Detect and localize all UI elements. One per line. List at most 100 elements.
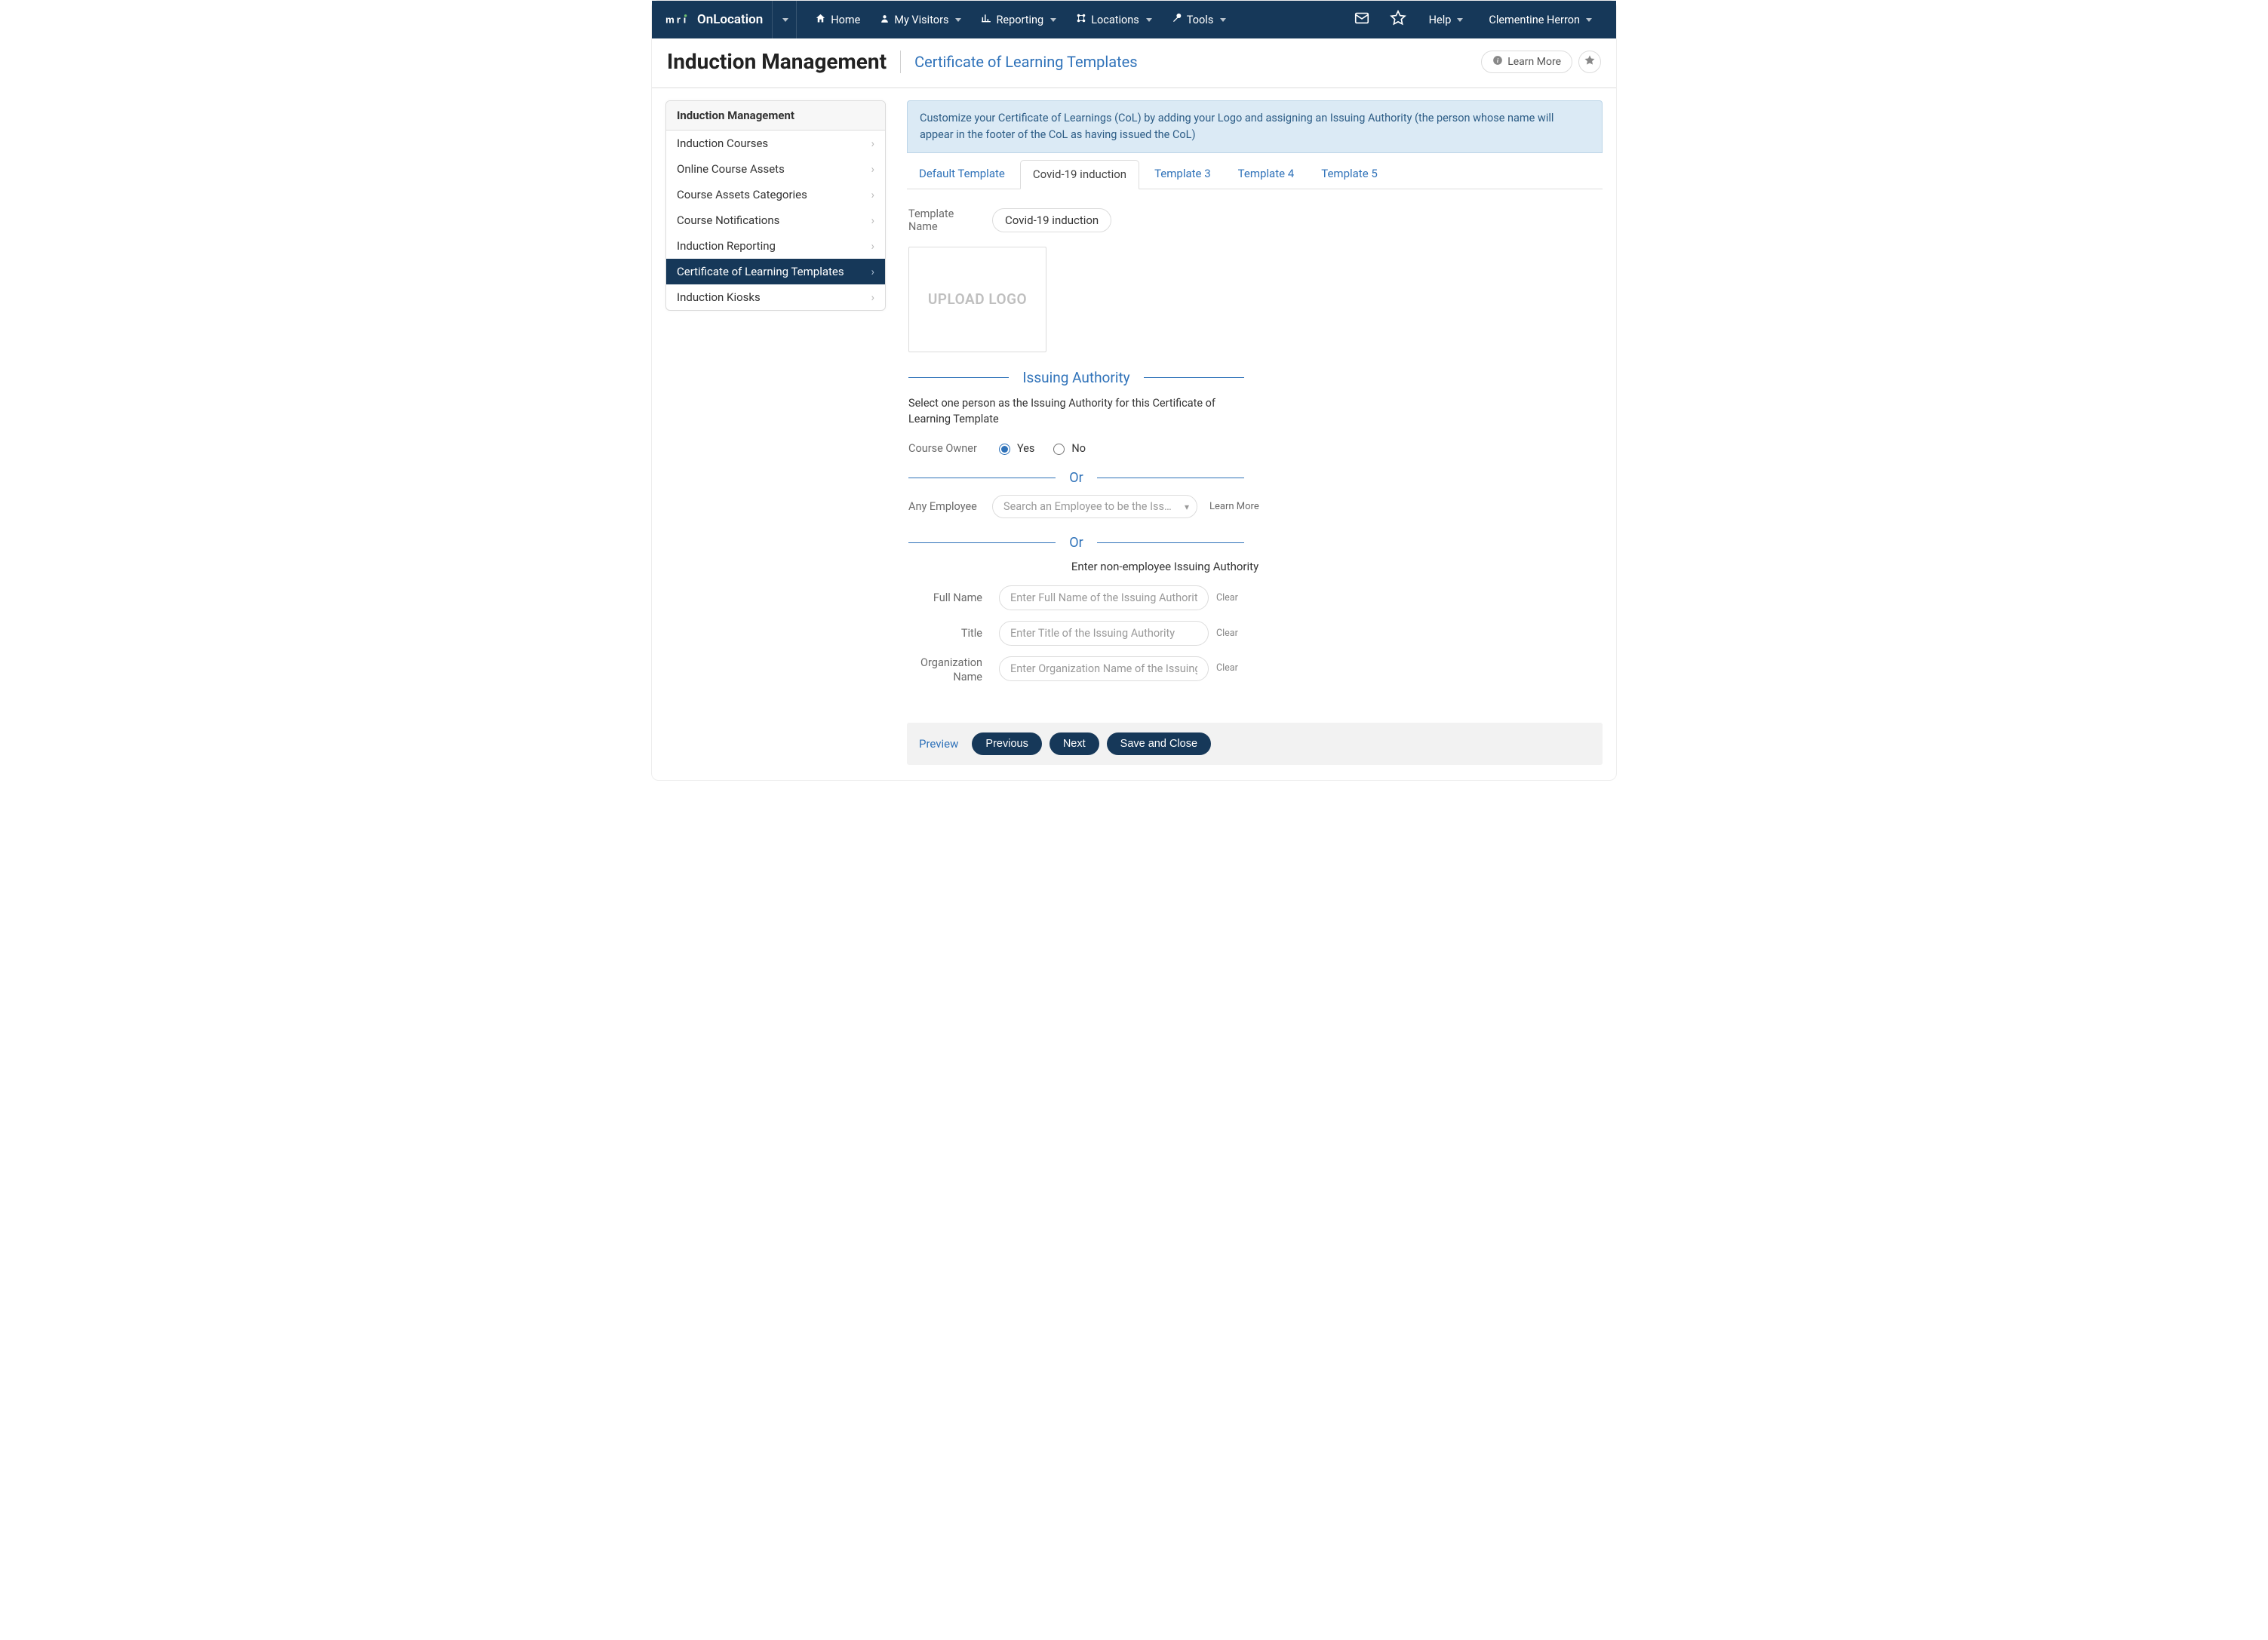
tab-covid19-induction[interactable]: Covid-19 induction xyxy=(1020,160,1139,189)
course-owner-yes[interactable]: Yes xyxy=(995,441,1034,455)
learn-more-label: Learn More xyxy=(1507,56,1561,68)
sidenav-item-label: Induction Courses xyxy=(677,137,768,150)
nav-locations[interactable]: Locations xyxy=(1067,1,1161,38)
sidenav-item-label: Certificate of Learning Templates xyxy=(677,265,844,278)
full-name-label: Full Name xyxy=(908,591,991,604)
chevron-right-icon: › xyxy=(871,162,874,176)
sidenav-item-label: Online Course Assets xyxy=(677,162,785,176)
learn-more-button[interactable]: i Learn More xyxy=(1481,51,1572,73)
issuing-authority-divider: Issuing Authority xyxy=(908,369,1244,386)
sidenav-item-induction-reporting[interactable]: Induction Reporting › xyxy=(666,233,885,259)
full-name-input[interactable] xyxy=(999,585,1209,610)
course-owner-no-radio[interactable] xyxy=(1053,444,1065,455)
chevron-right-icon: › xyxy=(871,265,874,278)
or-label: Or xyxy=(1069,470,1083,486)
footer-bar: Preview Previous Next Save and Close xyxy=(907,723,1603,765)
chevron-down-icon xyxy=(1586,18,1592,22)
wrench-icon xyxy=(1172,13,1182,26)
star-icon xyxy=(1584,54,1596,69)
no-label: No xyxy=(1071,442,1086,455)
info-icon: i xyxy=(1492,55,1503,69)
save-close-button[interactable]: Save and Close xyxy=(1107,732,1211,755)
star-icon xyxy=(1390,10,1406,29)
chevron-down-icon xyxy=(955,18,961,22)
course-owner-label: Course Owner xyxy=(908,442,980,455)
yes-label: Yes xyxy=(1017,442,1034,455)
brand-logo-icon: mrı xyxy=(665,13,691,26)
org-name-input[interactable] xyxy=(999,656,1209,681)
nav-user-menu[interactable]: Clementine Herron xyxy=(1478,1,1603,38)
any-employee-label: Any Employee xyxy=(908,500,980,513)
favorite-button[interactable] xyxy=(1578,51,1601,73)
employee-select-placeholder: Search an Employee to be the Issuing A… xyxy=(1003,500,1197,513)
nav-home[interactable]: Home xyxy=(806,1,869,38)
nav-home-label: Home xyxy=(831,14,860,26)
chevron-right-icon: › xyxy=(871,239,874,253)
chevron-down-icon xyxy=(1146,18,1152,22)
page-subheader: Induction Management Certificate of Lear… xyxy=(652,38,1616,88)
nav-help-label: Help xyxy=(1429,14,1452,26)
or-label: Or xyxy=(1069,535,1083,551)
nav-reporting[interactable]: Reporting xyxy=(972,1,1065,38)
non-employee-header: Enter non-employee Issuing Authority xyxy=(908,560,1421,573)
template-name-label: Template Name xyxy=(908,207,980,233)
preview-link[interactable]: Preview xyxy=(919,737,958,751)
nav-visitors[interactable]: My Visitors xyxy=(871,1,970,38)
home-icon xyxy=(815,13,826,27)
side-nav: Induction Management Induction Courses ›… xyxy=(665,100,886,311)
dropdown-icon: ▾ xyxy=(1185,502,1189,512)
upload-logo-box[interactable]: UPLOAD LOGO xyxy=(908,247,1046,352)
svg-text:ı: ı xyxy=(684,14,687,25)
or-divider-1: Or xyxy=(908,470,1244,486)
sidenav-item-label: Induction Reporting xyxy=(677,239,776,253)
brand-switcher[interactable] xyxy=(772,1,797,38)
brand-name: OnLocation xyxy=(697,12,763,27)
course-owner-yes-radio[interactable] xyxy=(999,444,1010,455)
nav-tools[interactable]: Tools xyxy=(1163,1,1236,38)
chevron-right-icon: › xyxy=(871,213,874,227)
issuing-authority-title: Issuing Authority xyxy=(1022,369,1129,386)
tab-default-template[interactable]: Default Template xyxy=(907,160,1017,189)
tab-template-5[interactable]: Template 5 xyxy=(1309,160,1390,189)
sidenav-item-course-assets-categories[interactable]: Course Assets Categories › xyxy=(666,182,885,207)
previous-button[interactable]: Previous xyxy=(972,732,1041,755)
sidenav-item-certificate-templates[interactable]: Certificate of Learning Templates › xyxy=(666,259,885,284)
nav-help[interactable]: Help xyxy=(1418,1,1474,38)
svg-text:m: m xyxy=(665,14,675,25)
chevron-right-icon: › xyxy=(871,290,874,304)
brand[interactable]: mrı OnLocation xyxy=(665,12,763,27)
title-clear[interactable]: Clear xyxy=(1216,628,1238,639)
nav-locations-label: Locations xyxy=(1091,14,1139,26)
nav-star-button[interactable] xyxy=(1382,1,1414,38)
sidenav-item-label: Induction Kiosks xyxy=(677,290,761,304)
chevron-down-icon xyxy=(1220,18,1226,22)
page-subtitle: Certificate of Learning Templates xyxy=(914,53,1138,71)
sidenav-item-online-course-assets[interactable]: Online Course Assets › xyxy=(666,156,885,182)
sidenav-item-course-notifications[interactable]: Course Notifications › xyxy=(666,207,885,233)
org-name-clear[interactable]: Clear xyxy=(1216,662,1238,674)
sidenav-item-induction-kiosks[interactable]: Induction Kiosks › xyxy=(666,284,885,310)
course-owner-no[interactable]: No xyxy=(1049,441,1086,455)
or-divider-2: Or xyxy=(908,535,1244,551)
template-tabs: Default Template Covid-19 induction Temp… xyxy=(907,159,1603,189)
employee-select[interactable]: Search an Employee to be the Issuing A… … xyxy=(992,495,1197,518)
employee-learn-more-link[interactable]: Learn More xyxy=(1209,501,1259,512)
tab-template-4[interactable]: Template 4 xyxy=(1226,160,1307,189)
nav-reporting-label: Reporting xyxy=(996,14,1043,26)
subheader-divider xyxy=(900,51,901,73)
chevron-down-icon xyxy=(1050,18,1056,22)
chart-icon xyxy=(981,13,991,26)
main-content: Customize your Certificate of Learnings … xyxy=(907,100,1603,780)
issuing-authority-desc: Select one person as the Issuing Authori… xyxy=(908,395,1233,428)
nav-mail-button[interactable] xyxy=(1346,1,1378,38)
title-input[interactable] xyxy=(999,621,1209,646)
full-name-clear[interactable]: Clear xyxy=(1216,592,1238,603)
nav-visitors-label: My Visitors xyxy=(894,14,948,26)
sidenav-item-induction-courses[interactable]: Induction Courses › xyxy=(666,131,885,156)
user-icon xyxy=(880,14,890,26)
next-button[interactable]: Next xyxy=(1049,732,1099,755)
tab-template-3[interactable]: Template 3 xyxy=(1142,160,1223,189)
top-navbar: mrı OnLocation Home My Visitors Reportin… xyxy=(652,1,1616,38)
template-name-field[interactable]: Covid-19 induction xyxy=(992,208,1111,232)
sidenav-item-label: Course Assets Categories xyxy=(677,188,807,201)
